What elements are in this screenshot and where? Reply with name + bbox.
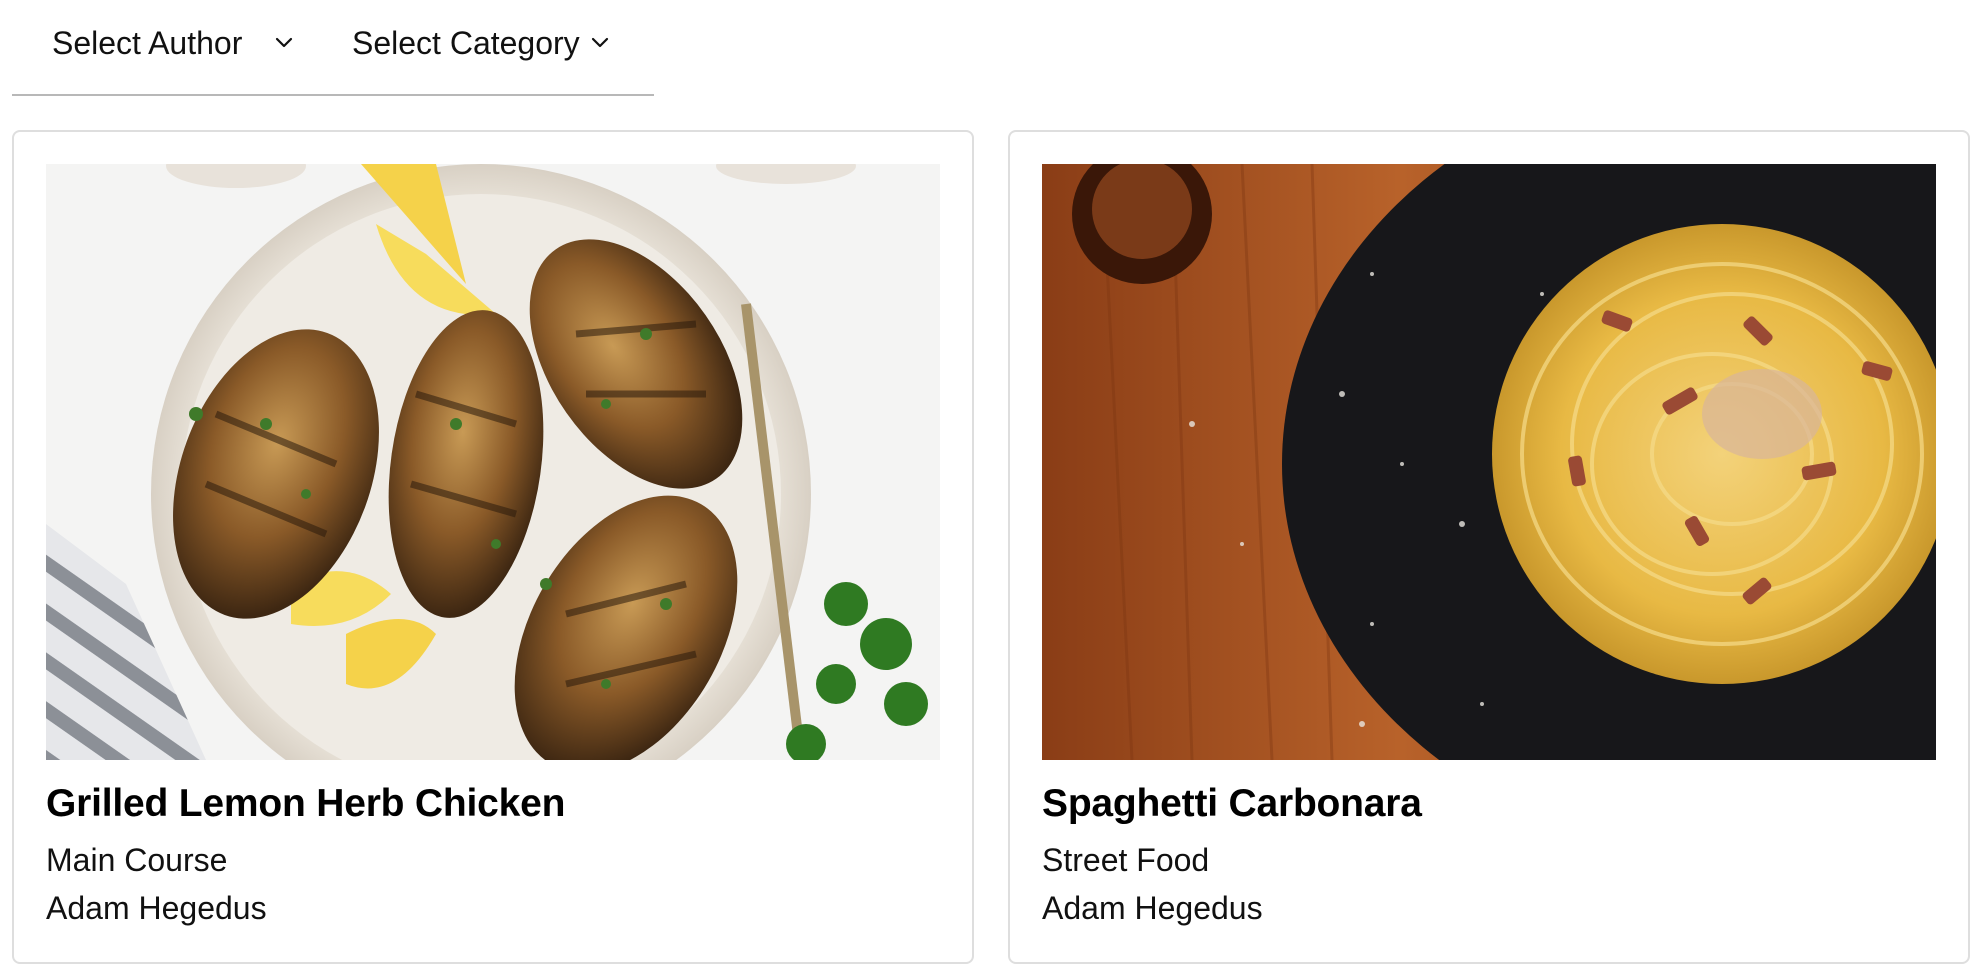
recipe-category: Main Course (46, 842, 228, 878)
category-select[interactable]: Select Category (352, 20, 610, 66)
recipe-title[interactable]: Spaghetti Carbonara (1042, 782, 1422, 826)
recipe-card[interactable]: Grilled Lemon Herb Chicken Main Course A… (12, 130, 974, 964)
recipe-title[interactable]: Grilled Lemon Herb Chicken (46, 782, 565, 826)
category-select-label: Select Category (352, 24, 580, 61)
author-select-label: Select Author (52, 24, 243, 61)
recipe-author: Adam Hegedus (1042, 890, 1263, 926)
recipe-image (1042, 164, 1936, 760)
author-select[interactable]: Select Author (52, 20, 294, 66)
recipe-category: Street Food (1042, 842, 1210, 878)
recipe-card[interactable]: Spaghetti Carbonara Street Food Adam Heg… (1008, 130, 1970, 964)
chevron-down-icon (590, 36, 610, 50)
chevron-down-icon (274, 36, 294, 50)
recipe-author: Adam Hegedus (46, 890, 267, 926)
filter-bar: Select Author Select Category (12, 0, 654, 96)
recipe-image (46, 164, 940, 760)
